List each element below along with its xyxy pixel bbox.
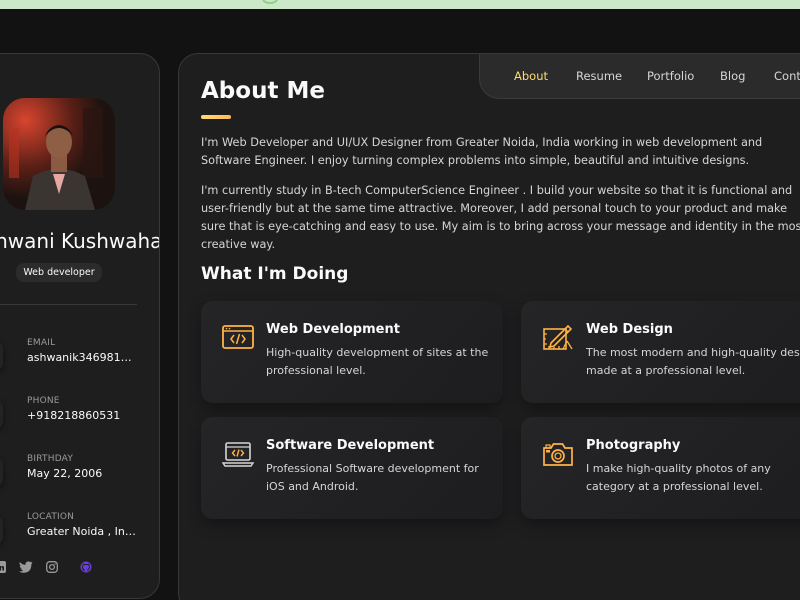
service-title: Software Development — [266, 438, 435, 453]
top-navbar: About Resume Portfolio Blog Contact — [479, 54, 800, 99]
instagram-icon[interactable] — [45, 560, 59, 574]
github-icon[interactable] — [79, 560, 93, 574]
phone-link[interactable]: +918218860531 — [27, 409, 139, 422]
profile-name: Ashwani Kushwaha — [0, 229, 160, 253]
camera-icon — [541, 439, 575, 469]
linkedin-icon[interactable] — [0, 560, 7, 574]
contact-label: EMAIL — [27, 338, 56, 348]
nav-contact[interactable]: Contact — [774, 69, 800, 83]
role-badge: Web developer — [16, 263, 102, 282]
contact-label: BIRTHDAY — [27, 454, 74, 464]
service-title: Web Development — [266, 322, 400, 337]
birthday-value: May 22, 2006 — [27, 467, 103, 480]
nav-portfolio[interactable]: Portfolio — [647, 69, 694, 83]
main-panel: About Resume Portfolio Blog Contact Abou… — [178, 53, 800, 600]
contact-label: PHONE — [27, 396, 60, 406]
email-link[interactable]: ashwanik346981@gm... — [27, 351, 139, 364]
avatar — [3, 98, 115, 210]
mail-icon — [0, 341, 3, 371]
title-underline — [201, 115, 231, 119]
design-pen-icon — [541, 323, 575, 353]
location-icon — [0, 515, 3, 545]
service-text: High-quality development of sites at the… — [266, 346, 489, 377]
nav-resume[interactable]: Resume — [576, 69, 622, 83]
laptop-code-icon — [221, 439, 255, 469]
page-title: About Me — [201, 78, 325, 104]
phone-icon — [0, 399, 3, 429]
service-card-photography: Photography I make high-quality photos o… — [521, 417, 800, 519]
social-links — [0, 560, 93, 574]
service-card-software-development: Software Development Professional Softwa… — [201, 417, 503, 519]
window-top-strip — [0, 0, 800, 9]
service-text: I make high-quality photos of any catego… — [586, 462, 771, 493]
profile-sidebar: Ashwani Kushwaha Web developer EMAIL ash… — [0, 53, 160, 599]
section-title: What I'm Doing — [201, 264, 349, 284]
nav-blog[interactable]: Blog — [720, 69, 745, 83]
about-paragraph-1: I'm Web Developer and UI/UX Designer fro… — [201, 136, 763, 167]
service-text: The most modern and high-quality design … — [586, 346, 800, 377]
contact-label: LOCATION — [27, 512, 75, 522]
code-window-icon — [221, 323, 255, 353]
service-title: Web Design — [586, 322, 673, 337]
service-card-web-development: Web Development High-quality development… — [201, 301, 503, 403]
service-card-web-design: Web Design The most modern and high-qual… — [521, 301, 800, 403]
service-title: Photography — [586, 438, 681, 453]
sidebar-separator — [0, 304, 137, 305]
twitter-icon[interactable] — [19, 560, 33, 574]
about-paragraph-2: I'm currently study in B-tech ComputerSc… — [201, 184, 800, 251]
service-text: Professional Software development for iO… — [266, 462, 479, 493]
location-value: Greater Noida , India — [27, 525, 139, 538]
nav-about[interactable]: About — [514, 69, 548, 83]
calendar-icon — [0, 457, 3, 487]
top-strip-marker — [262, 0, 278, 4]
